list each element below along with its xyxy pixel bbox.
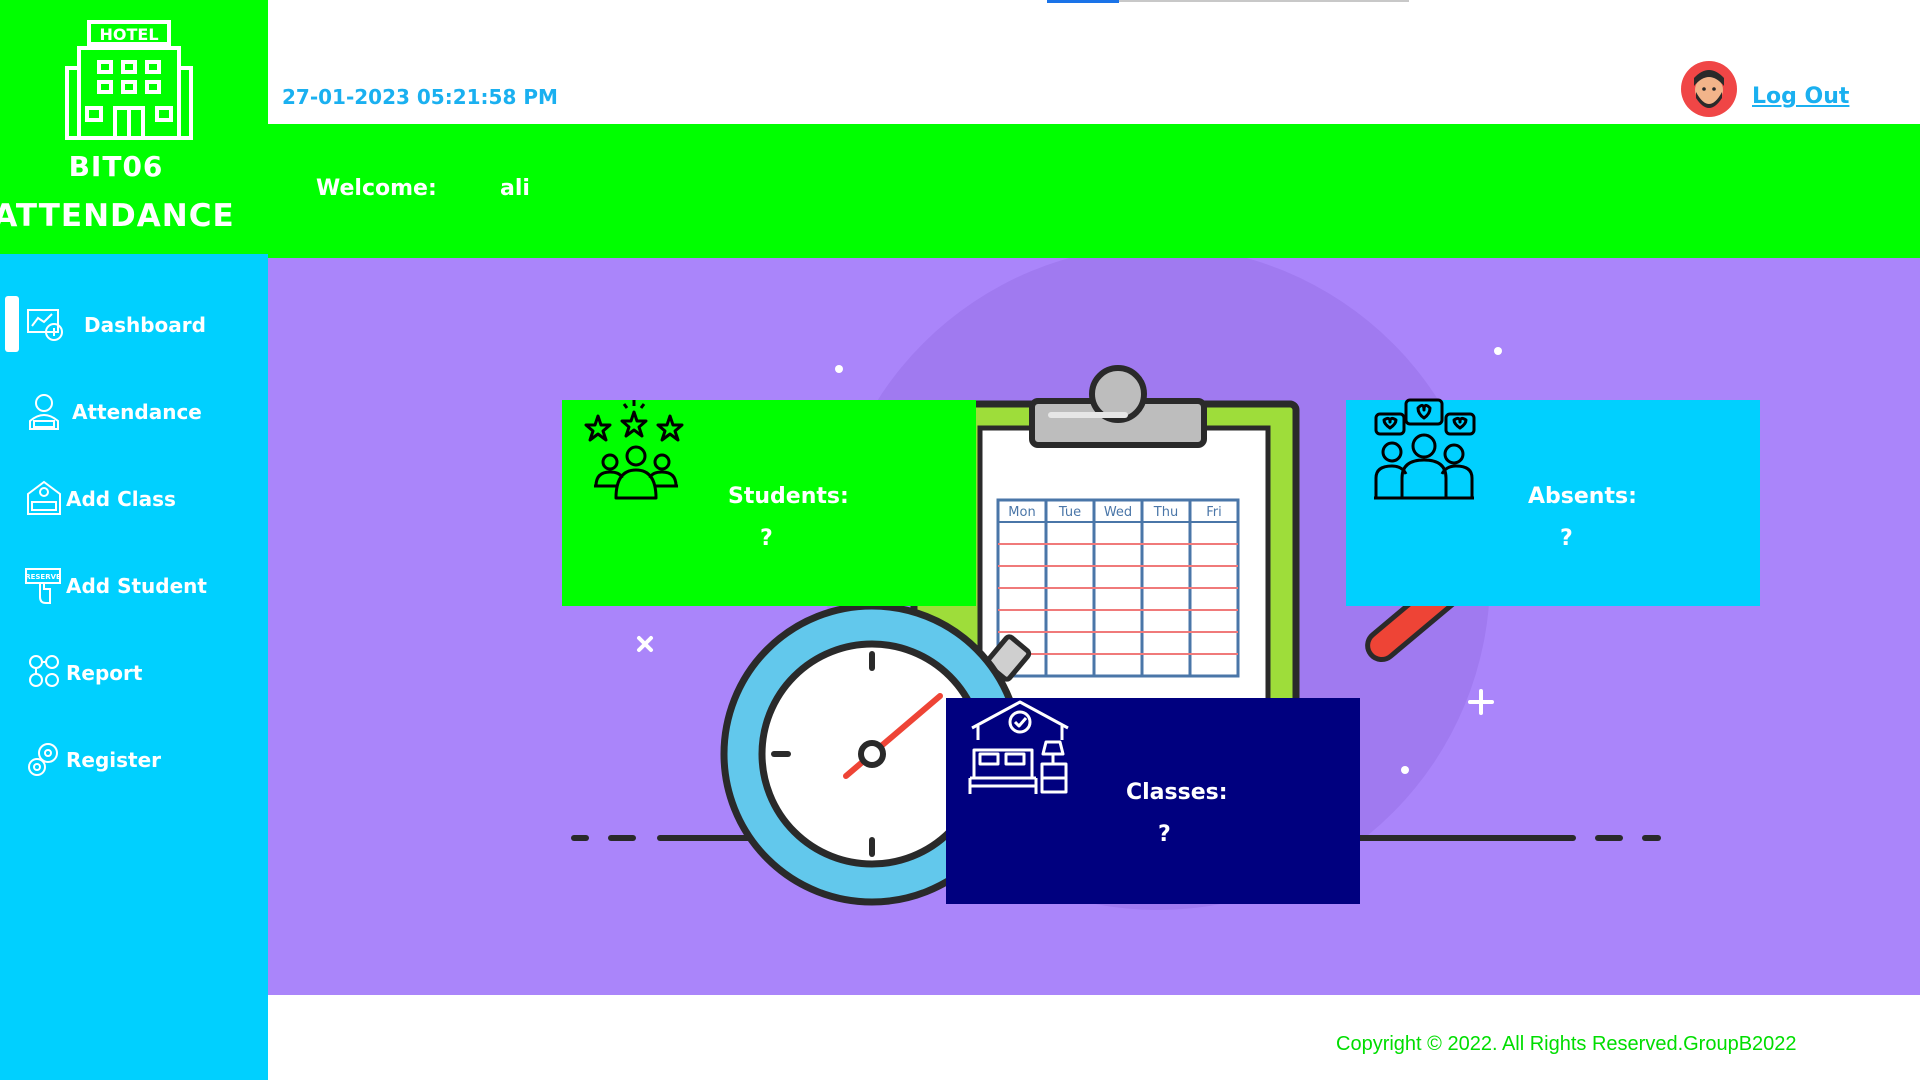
calendar-grid: Mon Tue Wed Thu Fri <box>996 498 1240 678</box>
calendar-day-label: Fri <box>1206 505 1222 520</box>
header-bar: 27-01-2023 05:21:58 PM Log Out <box>268 0 1920 124</box>
reserve-icon: RESERVE <box>25 568 61 604</box>
datetime-display: 27-01-2023 05:21:58 PM <box>282 85 558 109</box>
hotel-building-icon: HOTEL <box>65 20 193 140</box>
dashboard-icon <box>27 309 63 341</box>
family-hearts-icon <box>1374 398 1476 500</box>
welcome-username: ali <box>500 176 530 201</box>
calendar-day-label: Tue <box>1058 505 1081 520</box>
bedroom-icon <box>968 700 1069 794</box>
top-tab-indicator <box>1047 0 1119 3</box>
students-rating-icon <box>584 400 684 500</box>
sidebar-item-report[interactable]: Report <box>0 642 268 702</box>
svg-text:HOTEL: HOTEL <box>99 25 158 44</box>
sidebar-item-label: Report <box>66 661 143 685</box>
app-window: HOTEL BIT06 ATTENDANCE Dashboard Attenda… <box>0 0 1920 1080</box>
report-icon <box>29 655 59 687</box>
sidebar-item-add-student[interactable]: RESERVE Add Student <box>0 555 268 615</box>
svg-text:RESERVE: RESERVE <box>25 573 61 581</box>
logout-link[interactable]: Log Out <box>1752 84 1849 109</box>
brand-name-line1: BIT06 <box>68 150 164 183</box>
brand-name-line2: ATTENDANCE <box>0 198 235 234</box>
absents-card-value: ? <box>1560 526 1573 551</box>
top-tab-track <box>1119 0 1409 2</box>
calendar-day-label: Wed <box>1104 505 1132 520</box>
add-class-icon <box>27 480 61 515</box>
sidebar-item-label: Add Student <box>66 574 207 598</box>
footer: Copyright © 2022. All Rights Reserved.Gr… <box>268 995 1920 1080</box>
sidebar-item-label: Dashboard <box>84 313 206 337</box>
absents-card[interactable]: Absents: ? <box>1346 398 1760 606</box>
students-card-title: Students: <box>728 484 849 509</box>
brand-panel: HOTEL BIT06 ATTENDANCE <box>0 0 268 254</box>
sidebar-item-add-class[interactable]: Add Class <box>0 468 268 528</box>
sidebar-item-register[interactable]: Register <box>0 729 268 789</box>
dashboard-main: Mon Tue Wed Thu Fri Students: ? Absents:… <box>268 258 1920 995</box>
students-card[interactable]: Students: ? <box>562 400 976 606</box>
calendar-day-label: Mon <box>1008 505 1035 520</box>
students-card-value: ? <box>760 526 773 551</box>
classes-card[interactable]: Classes: ? <box>946 698 1360 904</box>
sidebar-item-dashboard[interactable]: Dashboard <box>0 294 268 354</box>
sidebar-item-attendance[interactable]: Attendance <box>0 381 268 441</box>
avatar[interactable] <box>1680 60 1738 118</box>
absents-card-title: Absents: <box>1528 484 1637 509</box>
welcome-label: Welcome: <box>316 176 437 201</box>
classes-card-title: Classes: <box>1126 780 1228 805</box>
settings-icon <box>28 743 58 776</box>
calendar-day-label: Thu <box>1153 505 1178 520</box>
welcome-bar: Welcome: ali <box>268 124 1920 258</box>
sidebar-item-label: Attendance <box>72 400 202 424</box>
classes-card-value: ? <box>1158 822 1171 847</box>
client-icon <box>29 394 59 430</box>
copyright-text: Copyright © 2022. All Rights Reserved.Gr… <box>1336 1033 1797 1055</box>
active-indicator <box>5 296 19 352</box>
sidebar-item-label: Register <box>66 748 162 772</box>
sidebar-item-label: Add Class <box>66 487 176 511</box>
sidebar: Dashboard Attendance Add Class RESERVE A… <box>0 254 268 1080</box>
